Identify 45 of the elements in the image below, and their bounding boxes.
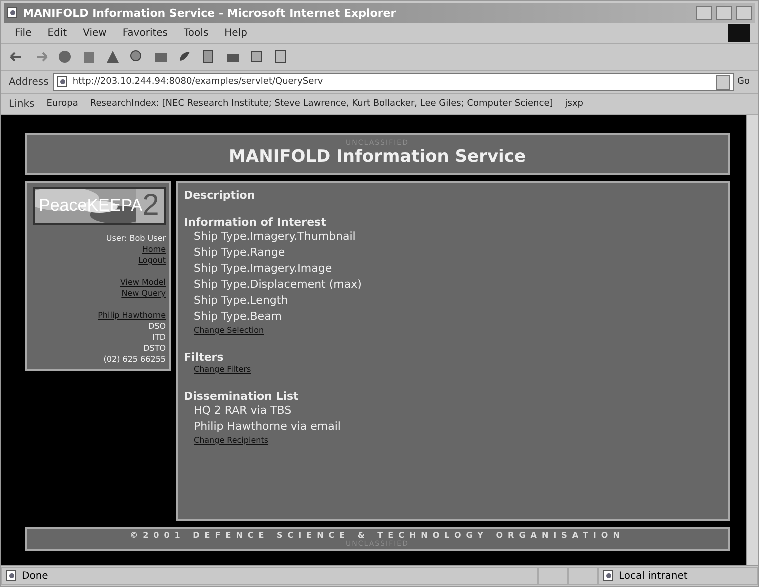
sidebar-text: DSO <box>148 321 166 332</box>
window-title: MANIFOLD Information Service - Microsoft Internet Explorer <box>23 6 398 20</box>
page-title: MANIFOLD Information Service <box>229 147 526 167</box>
link-item[interactable]: ResearchIndex: [NEC Research Institute; Steve Lawrence, Kurt Bollacker, Lee Giles; Computer Science] <box>90 99 554 109</box>
section-heading: Dissemination List <box>184 390 299 403</box>
dropdown-button[interactable] <box>716 74 730 90</box>
link-item[interactable]: Europa <box>46 99 78 109</box>
list-item: Ship Type.Imagery.Thumbnail <box>193 229 356 245</box>
link-item[interactable]: jsxp <box>565 99 584 109</box>
scrollbar[interactable] <box>746 115 758 565</box>
page-icon <box>6 570 18 582</box>
page-icon <box>603 570 615 582</box>
list-item: Ship Type.Imagery.Image <box>193 261 332 277</box>
menu-item[interactable]: View <box>77 28 113 38</box>
menu-item[interactable]: File <box>9 28 38 38</box>
links-label: Links <box>9 98 35 110</box>
sidebar-text: User: Bob User <box>106 233 166 244</box>
section-heading: Description <box>184 189 256 202</box>
list-item: Ship Type.Length <box>193 293 288 309</box>
menu-item[interactable]: Help <box>218 28 254 38</box>
go-button[interactable]: Go <box>738 77 750 87</box>
sidebar-text: ITD <box>152 332 166 343</box>
minimize-button[interactable] <box>696 6 712 20</box>
close-button[interactable] <box>736 6 752 20</box>
list-item: Ship Type.Displacement (max) <box>193 277 362 293</box>
zone-text: Local intranet <box>619 570 688 582</box>
section-heading: Information of Interest <box>184 216 326 229</box>
menu-item[interactable]: Tools <box>178 28 215 38</box>
menu-item[interactable]: Edit <box>42 28 74 38</box>
sidebar-text: (02) 625 66255 <box>104 354 166 365</box>
sidebar-text: DSTO <box>144 343 166 354</box>
page-icon <box>7 7 19 19</box>
list-item: Philip Hawthorne via email <box>193 419 341 435</box>
list-item: HQ 2 RAR via TBS <box>193 403 292 419</box>
list-item: Ship Type.Range <box>193 245 286 261</box>
copyright-text: ©2001 DEFENCE SCIENCE & TECHNOLOGY ORGANISATION <box>130 531 625 540</box>
maximize-button[interactable] <box>716 6 732 20</box>
address-field[interactable]: http://203.10.244.94:8080/examples/servlet/QueryServ <box>52 73 734 91</box>
section-heading: Filters <box>184 351 224 364</box>
address-label: Address <box>9 76 49 88</box>
page-icon <box>56 76 69 88</box>
list-item: Ship Type.Beam <box>193 309 282 325</box>
menu-item[interactable]: Favorites <box>116 28 174 38</box>
logo-number: 2 <box>142 191 160 221</box>
status-text: Done <box>22 570 48 582</box>
